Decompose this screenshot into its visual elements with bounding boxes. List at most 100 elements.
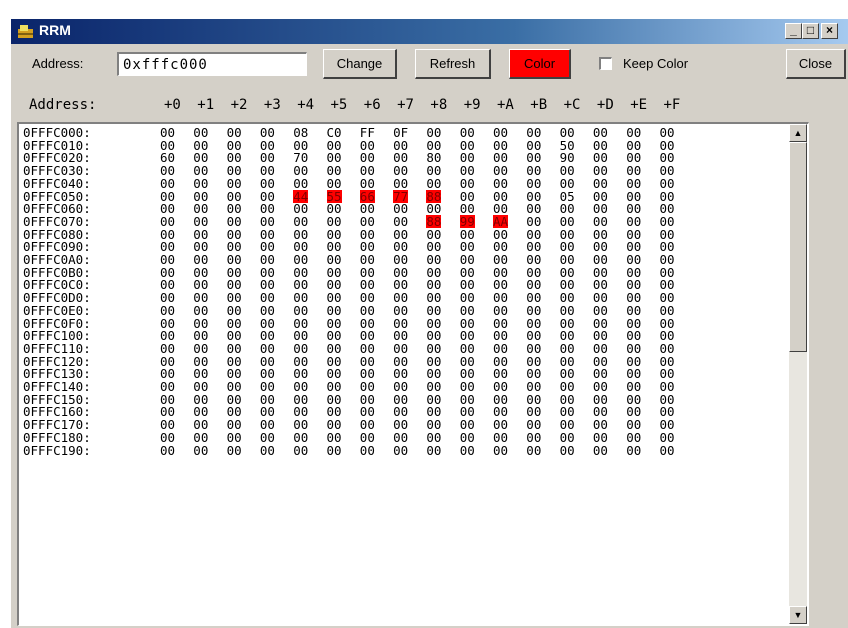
byte-cell[interactable]: 00 (160, 304, 175, 317)
memory-grid[interactable]: 0FFFC000: 00 00 00 00 08 C0 FF 0F 00 00 00 00 00 00 00 0… (17, 122, 809, 626)
byte-cell[interactable]: AA (493, 214, 509, 228)
vertical-scrollbar[interactable]: ▲ ▼ (789, 124, 807, 624)
byte-cell[interactable]: 00 (227, 215, 242, 228)
byte-cell[interactable]: 00 (526, 215, 541, 228)
byte-cell[interactable]: 00 (560, 342, 575, 355)
byte-cell[interactable]: 00 (360, 431, 375, 444)
byte-cell[interactable]: 00 (526, 431, 541, 444)
byte-cell[interactable]: 00 (193, 431, 208, 444)
byte-cell[interactable]: 00 (327, 304, 342, 317)
byte-cell[interactable]: 00 (227, 342, 242, 355)
byte-cell[interactable]: 00 (526, 304, 541, 317)
byte-cell[interactable]: 00 (293, 431, 308, 444)
byte-cell[interactable]: 00 (493, 444, 508, 457)
byte-cell[interactable]: 00 (193, 342, 208, 355)
byte-cell[interactable]: 00 (227, 177, 242, 190)
byte-cell[interactable]: 00 (227, 431, 242, 444)
byte-cell[interactable]: 00 (227, 444, 242, 457)
byte-cell[interactable]: 00 (526, 177, 541, 190)
byte-cell[interactable]: 00 (160, 431, 175, 444)
byte-cell[interactable]: 00 (260, 444, 275, 457)
byte-cell[interactable]: 00 (426, 342, 441, 355)
byte-cell[interactable]: 00 (393, 177, 408, 190)
byte-cell[interactable]: 00 (426, 444, 441, 457)
byte-cell[interactable]: 00 (593, 304, 608, 317)
byte-cell[interactable]: 00 (560, 431, 575, 444)
byte-cell[interactable]: 00 (160, 444, 175, 457)
byte-cell[interactable]: 00 (493, 177, 508, 190)
scroll-down-button[interactable]: ▼ (789, 606, 807, 624)
byte-cell[interactable]: 00 (660, 431, 675, 444)
byte-cell[interactable]: 00 (327, 215, 342, 228)
byte-cell[interactable]: 00 (526, 342, 541, 355)
byte-cell[interactable]: 00 (593, 215, 608, 228)
byte-cell[interactable]: 00 (460, 177, 475, 190)
byte-cell[interactable]: 00 (327, 342, 342, 355)
byte-cell[interactable]: 00 (393, 215, 408, 228)
byte-cell[interactable]: 00 (193, 177, 208, 190)
byte-cell[interactable]: 00 (327, 177, 342, 190)
byte-cell[interactable]: 00 (560, 177, 575, 190)
byte-cell[interactable]: 00 (393, 431, 408, 444)
byte-cell[interactable]: 00 (593, 177, 608, 190)
close-button[interactable]: Close (786, 49, 846, 79)
byte-cell[interactable]: 00 (260, 177, 275, 190)
byte-cell[interactable]: 00 (327, 444, 342, 457)
byte-cell[interactable]: 00 (360, 342, 375, 355)
byte-cell[interactable]: 00 (593, 444, 608, 457)
scroll-thumb[interactable] (789, 142, 807, 352)
byte-cell[interactable]: 00 (626, 177, 641, 190)
byte-cell[interactable]: 00 (660, 215, 675, 228)
byte-cell[interactable]: 00 (526, 444, 541, 457)
byte-cell[interactable]: 00 (493, 342, 508, 355)
minimize-button[interactable]: _ (785, 23, 802, 39)
byte-cell[interactable]: 00 (660, 444, 675, 457)
address-input[interactable] (117, 52, 307, 76)
byte-cell[interactable]: 00 (293, 444, 308, 457)
byte-cell[interactable]: 00 (493, 431, 508, 444)
byte-cell[interactable]: 00 (260, 215, 275, 228)
byte-cell[interactable]: 99 (459, 214, 475, 228)
byte-cell[interactable]: 00 (160, 177, 175, 190)
byte-cell[interactable]: 88 (426, 214, 442, 228)
refresh-button[interactable]: Refresh (415, 49, 491, 79)
byte-cell[interactable]: 00 (660, 342, 675, 355)
byte-cell[interactable]: 00 (293, 215, 308, 228)
byte-cell[interactable]: 00 (560, 444, 575, 457)
byte-cell[interactable]: 00 (360, 215, 375, 228)
keep-color-checkbox[interactable] (599, 57, 612, 70)
byte-cell[interactable]: 00 (160, 342, 175, 355)
byte-cell[interactable]: 00 (293, 304, 308, 317)
byte-cell[interactable]: 00 (426, 177, 441, 190)
byte-cell[interactable]: 00 (160, 215, 175, 228)
byte-cell[interactable]: 00 (426, 304, 441, 317)
byte-cell[interactable]: 00 (393, 444, 408, 457)
byte-cell[interactable]: 00 (460, 304, 475, 317)
byte-cell[interactable]: 00 (193, 215, 208, 228)
byte-cell[interactable]: 00 (360, 177, 375, 190)
byte-cell[interactable]: 00 (360, 444, 375, 457)
byte-cell[interactable]: 00 (260, 304, 275, 317)
byte-cell[interactable]: 00 (193, 444, 208, 457)
byte-cell[interactable]: 00 (626, 215, 641, 228)
byte-cell[interactable]: 00 (393, 342, 408, 355)
byte-cell[interactable]: 00 (393, 304, 408, 317)
byte-cell[interactable]: 00 (660, 304, 675, 317)
byte-cell[interactable]: 00 (360, 304, 375, 317)
byte-cell[interactable]: 00 (560, 215, 575, 228)
byte-cell[interactable]: 00 (626, 342, 641, 355)
byte-cell[interactable]: 00 (426, 431, 441, 444)
byte-cell[interactable]: 00 (260, 342, 275, 355)
byte-cell[interactable]: 00 (626, 444, 641, 457)
maximize-button[interactable]: □ (802, 23, 819, 39)
byte-cell[interactable]: 00 (293, 342, 308, 355)
byte-cell[interactable]: 00 (227, 304, 242, 317)
close-window-button[interactable]: × (821, 23, 838, 39)
byte-cell[interactable]: 00 (460, 444, 475, 457)
byte-cell[interactable]: 00 (660, 177, 675, 190)
byte-cell[interactable]: 00 (560, 304, 575, 317)
byte-cell[interactable]: 00 (460, 431, 475, 444)
change-button[interactable]: Change (323, 49, 397, 79)
byte-cell[interactable]: 00 (293, 177, 308, 190)
byte-cell[interactable]: 00 (327, 431, 342, 444)
